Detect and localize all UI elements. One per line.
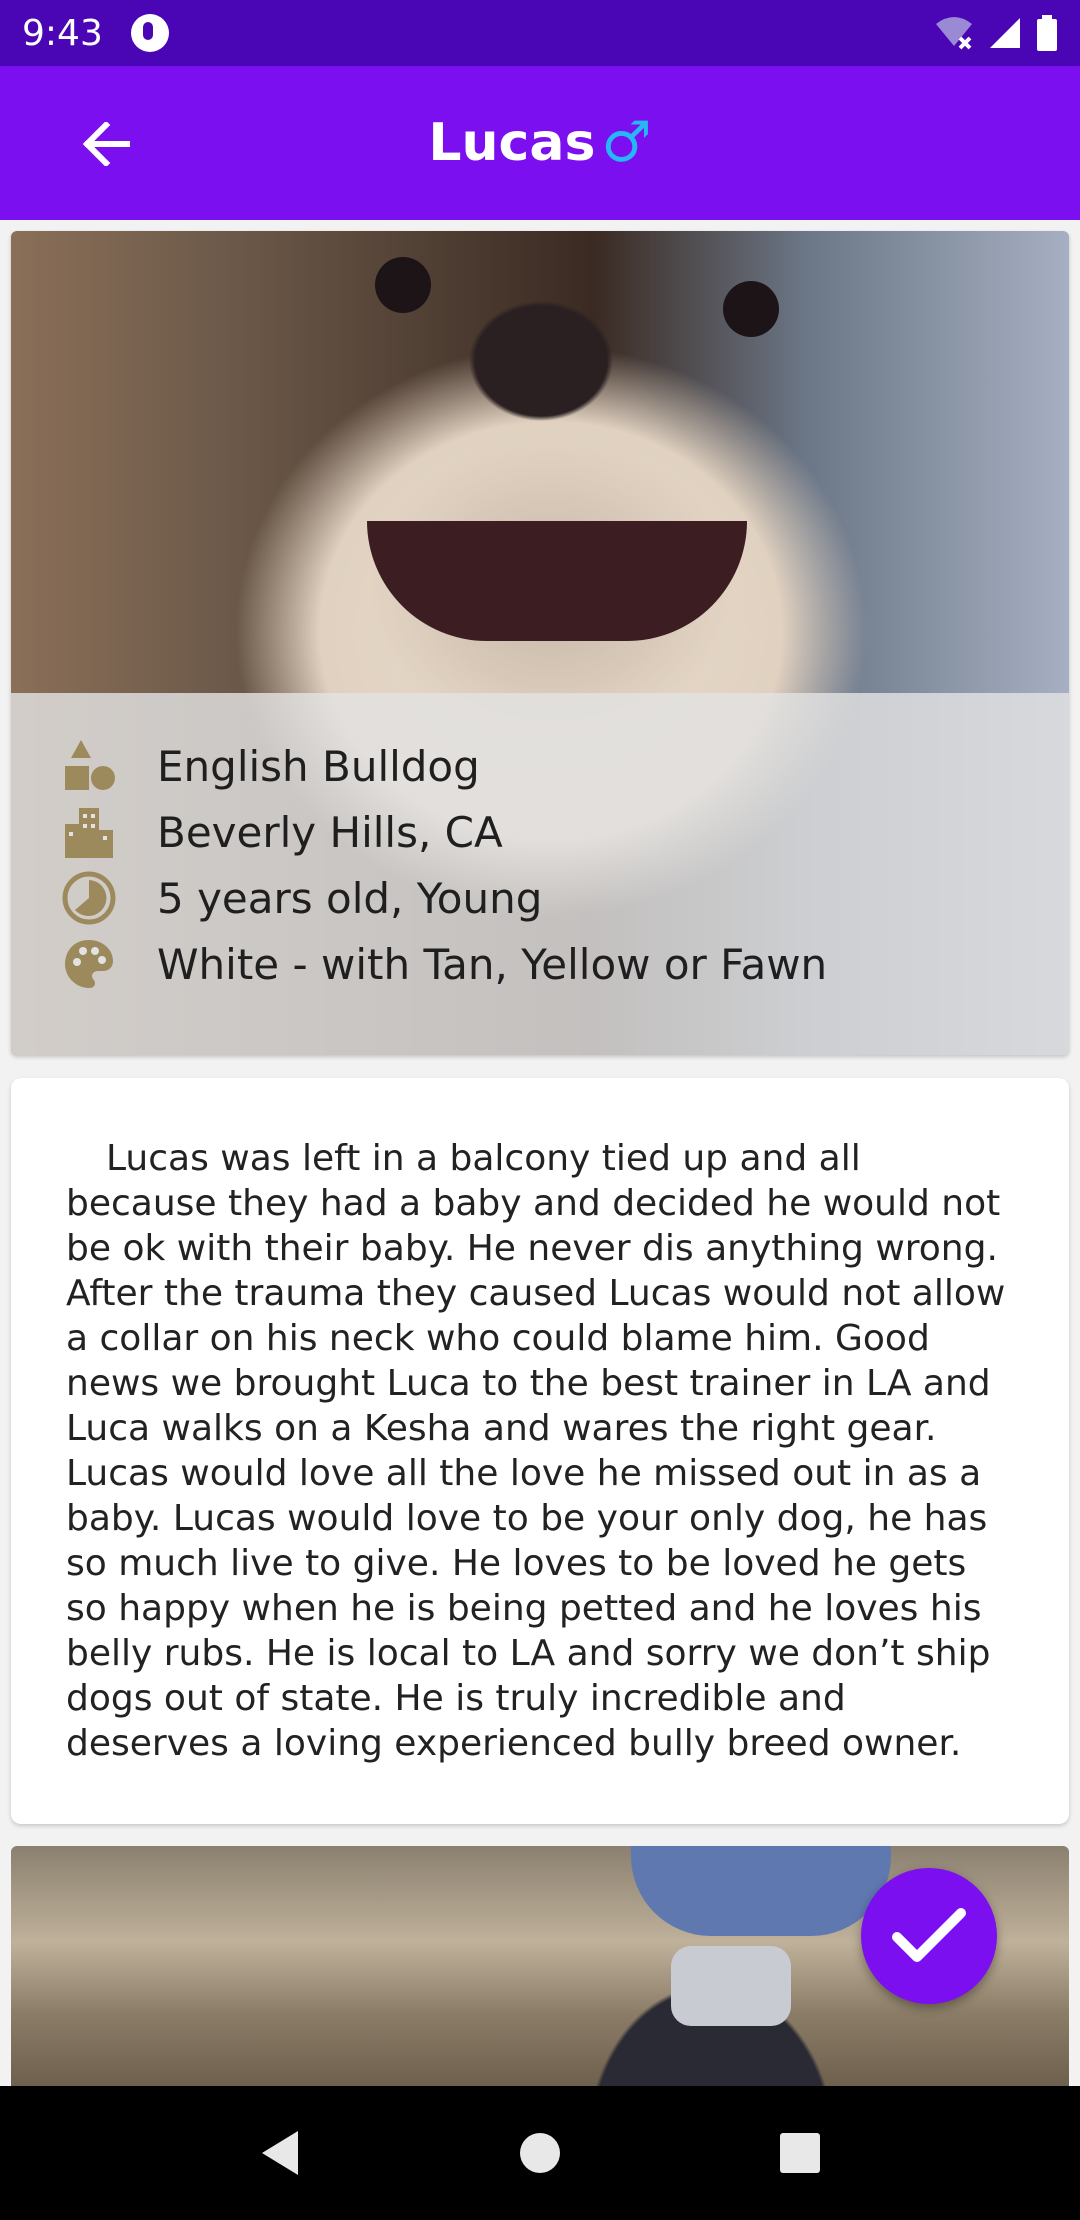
age-text: 5 years old, Young [157, 873, 543, 923]
pet-description: Lucas was left in a balcony tied up and … [66, 1138, 1006, 1764]
status-indicators [934, 15, 1058, 51]
back-button[interactable] [76, 114, 136, 174]
nav-back-button[interactable] [250, 2123, 310, 2183]
page-title: Lucas [428, 113, 596, 173]
status-time: 9:43 [22, 12, 103, 54]
wifi-off-icon [936, 17, 972, 50]
location-text: Beverly Hills, CA [157, 807, 503, 857]
city-icon [61, 804, 117, 860]
breed-text: English Bulldog [157, 741, 480, 791]
arrow-left-icon [82, 122, 130, 166]
color-text: White - with Tan, Yellow or Fawn [157, 939, 828, 989]
pet-photo-card[interactable]: English Bulldog Beverly Hills, CA 5 year… [11, 231, 1069, 1055]
square-recents-icon [780, 2133, 820, 2173]
system-nav-bar [0, 2086, 1080, 2220]
nav-recents-button[interactable] [770, 2123, 830, 2183]
title-group: Lucas ♂ [428, 113, 651, 173]
status-bar: 9:43 [0, 0, 1080, 66]
adopt-fab-button[interactable] [861, 1868, 997, 2004]
palette-icon [61, 936, 117, 992]
nav-home-button[interactable] [510, 2123, 570, 2183]
category-icon [61, 738, 117, 794]
signal-icon [990, 18, 1020, 48]
check-icon [892, 1908, 966, 1962]
circle-home-icon [520, 2133, 560, 2173]
male-gender-icon: ♂ [601, 110, 652, 175]
battery-icon [1037, 15, 1057, 51]
description-card: Lucas was left in a balcony tied up and … [11, 1078, 1069, 1824]
breed-row: English Bulldog [61, 733, 1069, 799]
color-row: White - with Tan, Yellow or Fawn [61, 931, 1069, 997]
clock-icon [61, 870, 117, 926]
notification-app-icon [130, 14, 169, 52]
location-row: Beverly Hills, CA [61, 799, 1069, 865]
pet-info-panel: English Bulldog Beverly Hills, CA 5 year… [11, 693, 1069, 1055]
triangle-back-icon [262, 2131, 298, 2175]
age-row: 5 years old, Young [61, 865, 1069, 931]
app-bar: Lucas ♂ [0, 66, 1080, 220]
